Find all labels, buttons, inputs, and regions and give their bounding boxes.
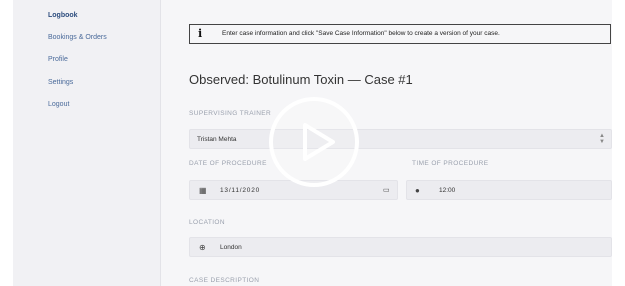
- info-banner-text: Enter case information and click "Save C…: [222, 30, 500, 37]
- sidebar: Logbook Bookings & Orders Profile Settin…: [13, 0, 161, 286]
- globe-icon: ⊕: [199, 243, 206, 252]
- sidebar-item-bookings-orders[interactable]: Bookings & Orders: [48, 34, 107, 41]
- date-of-procedure-field[interactable]: ▦ 13/11/2020 ▭: [189, 180, 398, 200]
- info-icon: i: [198, 27, 203, 40]
- main-content: i Enter case information and click "Save…: [160, 0, 612, 286]
- date-of-procedure-label: DATE OF PROCEDURE: [189, 160, 267, 167]
- sidebar-item-profile[interactable]: Profile: [48, 56, 68, 63]
- location-label: LOCATION: [189, 219, 225, 226]
- location-value: London: [220, 244, 242, 251]
- clock-icon: ●: [415, 186, 420, 195]
- sidebar-item-settings[interactable]: Settings: [48, 79, 73, 86]
- date-picker-icon[interactable]: ▭: [383, 186, 390, 195]
- supervising-trainer-value: Tristan Mehta: [197, 136, 237, 143]
- supervising-trainer-select[interactable]: Tristan Mehta ▲ ▼: [189, 129, 612, 149]
- calendar-icon: ▦: [199, 186, 207, 195]
- sidebar-item-logout[interactable]: Logout: [48, 101, 69, 108]
- location-field[interactable]: ⊕ London: [189, 237, 612, 257]
- sort-arrows-icon: ▲ ▼: [599, 133, 605, 145]
- page-title: Observed: Botulinum Toxin — Case #1: [189, 72, 413, 87]
- case-description-label: CASE DESCRIPTION: [189, 277, 260, 284]
- sidebar-item-logbook[interactable]: Logbook: [48, 12, 78, 19]
- time-of-procedure-field[interactable]: ● 12:00: [406, 180, 612, 200]
- time-of-procedure-value: 12:00: [439, 187, 456, 194]
- date-of-procedure-value: 13/11/2020: [220, 187, 261, 194]
- info-banner: i Enter case information and click "Save…: [189, 24, 611, 44]
- video-play-button[interactable]: [269, 97, 359, 187]
- supervising-trainer-label: SUPERVISING TRAINER: [189, 110, 272, 117]
- time-of-procedure-label: TIME OF PROCEDURE: [412, 160, 489, 167]
- play-icon: [303, 123, 335, 161]
